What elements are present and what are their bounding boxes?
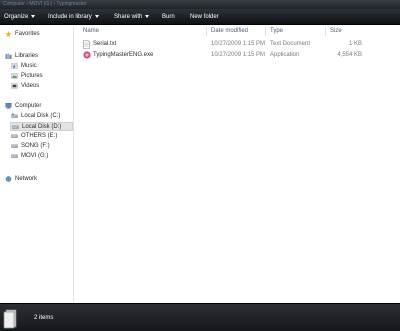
address-breadcrumb[interactable]: Computer › MOVI (G:) › Typingmaster [3,1,87,7]
nav-videos[interactable]: Videos [11,82,39,91]
organize-button[interactable]: Organize [4,12,36,22]
file-row[interactable]: Serial.txt 10/27/2009 1:15 PM Text Docum… [75,40,400,50]
new-folder-label: New folder [190,14,219,20]
column-divider[interactable] [206,27,207,36]
nav-drive-d-label: Local Disk (D:) [22,124,62,130]
include-in-library-button[interactable]: Include in library [48,12,99,22]
file-list: Name Date modified Type Size Serial.txt … [75,26,400,303]
new-folder-button[interactable]: New folder [190,12,219,22]
file-date: 10/27/2009 1:15 PM [211,52,266,58]
share-label: Share with [114,14,143,20]
chevron-down-icon [31,14,36,18]
nav-network[interactable]: Network [5,175,37,184]
music-icon [11,63,18,69]
nav-drive-e[interactable]: OTHERS (E:) [11,132,57,141]
burn-label: Burn [162,14,175,20]
nav-videos-label: Videos [21,83,40,89]
column-header-type[interactable]: Type [270,28,283,34]
nav-computer[interactable]: Computer [5,102,41,111]
share-with-button[interactable]: Share with [114,12,150,22]
column-divider[interactable] [265,27,266,36]
network-icon [5,176,12,182]
nav-music-label: Music [21,63,37,69]
nav-drive-d[interactable]: Local Disk (D:) [10,122,73,131]
nav-libraries[interactable]: Libraries [5,52,38,61]
include-label: Include in library [48,14,92,20]
nav-pictures[interactable]: Pictures [11,72,43,81]
hard-drive-icon [11,134,18,138]
hard-drive-icon [11,154,18,158]
star-icon [5,31,12,37]
column-header-date[interactable]: Date modified [211,28,248,34]
text-file-icon [83,40,90,49]
pictures-icon [11,73,18,79]
file-row[interactable]: TypingMasterENG.exe 10/27/2009 1:15 PM A… [75,51,400,61]
nav-drive-c[interactable]: Local Disk (C:) [11,112,60,121]
nav-favorites-label: Favorites [15,31,40,37]
nav-drive-f[interactable]: SONG (F:) [11,142,50,151]
nav-drive-f-label: SONG (F:) [21,143,50,149]
details-pane: 2 items [0,303,400,331]
nav-favorites[interactable]: Favorites [5,30,40,39]
nav-libraries-label: Libraries [15,53,39,59]
column-header-name[interactable]: Name [83,28,99,34]
nav-drive-c-label: Local Disk (C:) [21,113,61,119]
item-count: 2 items [34,315,54,321]
title-bar: Computer › MOVI (G:) › Typingmaster [0,0,400,9]
navigation-pane: Favorites Libraries Music Pictures Video… [0,26,74,303]
column-header-size[interactable]: Size [330,28,342,34]
chevron-down-icon [145,14,150,18]
file-type: Application [270,52,300,58]
column-divider[interactable] [325,27,326,36]
file-name: Serial.txt [93,41,117,47]
chevron-down-icon [94,14,99,18]
file-type: Text Document [270,41,311,47]
file-name: TypingMasterENG.exe [93,52,154,58]
hard-drive-icon [12,125,19,129]
burn-button[interactable]: Burn [162,12,175,22]
nav-network-label: Network [15,176,38,182]
hard-drive-icon [11,113,18,118]
nav-pictures-label: Pictures [21,73,43,79]
installer-icon [83,51,91,59]
nav-music[interactable]: Music [11,62,37,71]
multiple-files-icon [3,309,17,329]
computer-icon [5,103,12,109]
command-toolbar: Organize Include in library Share with B… [0,9,400,25]
nav-drive-g-label: MOVI (G:) [21,153,49,159]
videos-icon [11,83,18,89]
hard-drive-icon [11,144,18,148]
organize-label: Organize [4,14,29,20]
file-size: 4,554 KB [337,52,362,58]
library-icon [5,53,12,59]
file-date: 10/27/2009 1:15 PM [211,41,266,47]
nav-drive-e-label: OTHERS (E:) [21,133,58,139]
nav-drive-g[interactable]: MOVI (G:) [11,152,48,161]
file-size: 1 KB [348,41,362,47]
nav-computer-label: Computer [15,103,42,109]
